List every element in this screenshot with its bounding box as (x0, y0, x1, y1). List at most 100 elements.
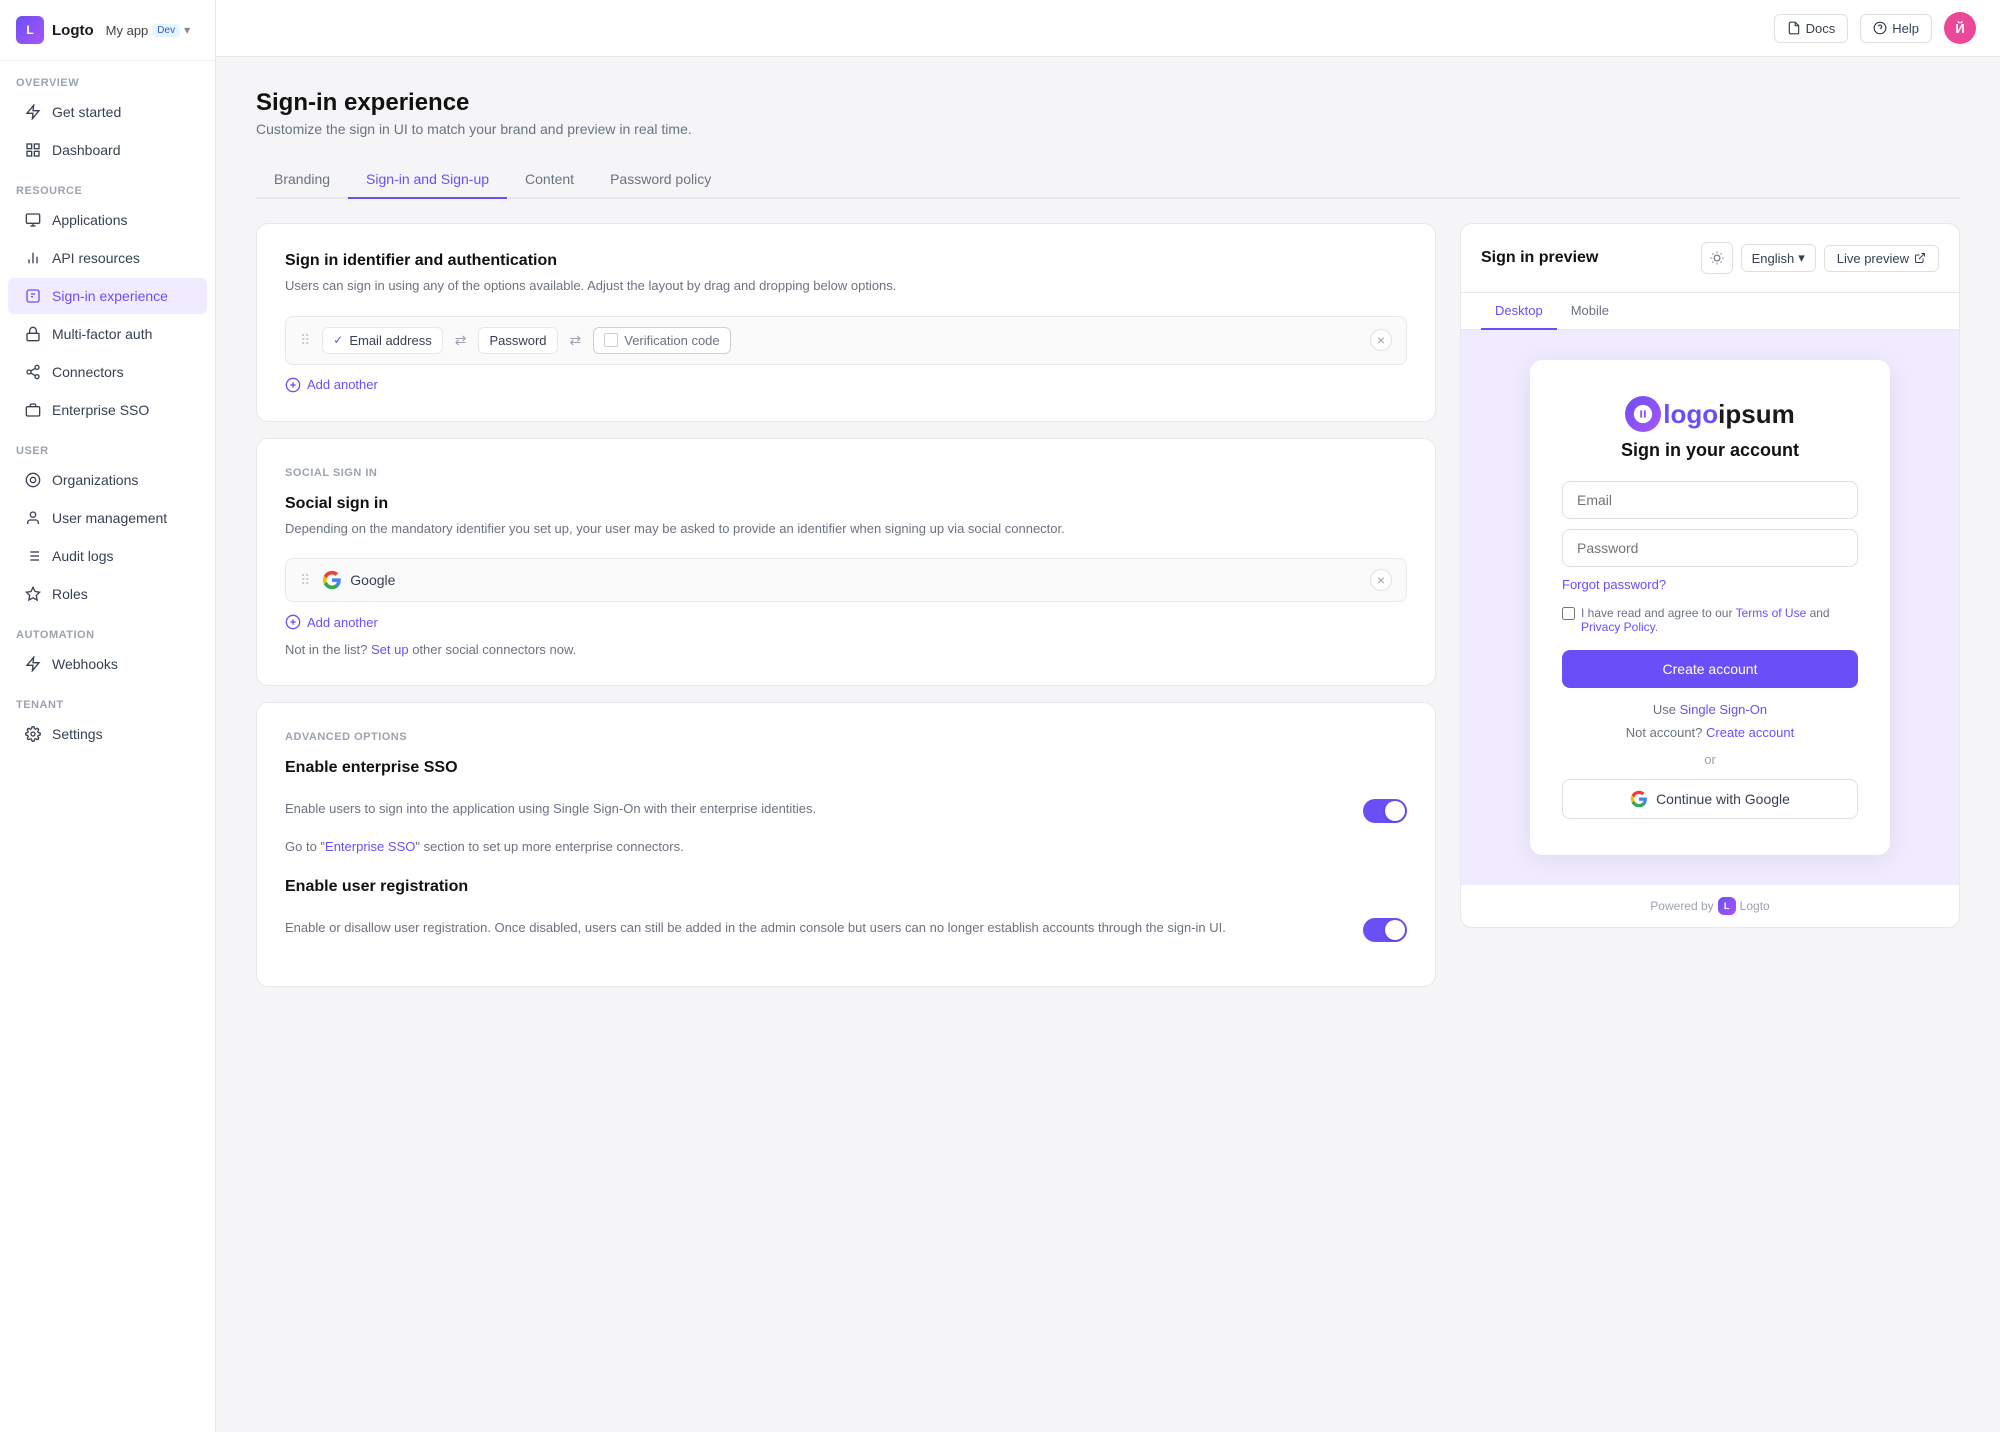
enterprise-sso-link[interactable]: Enterprise SSO (325, 839, 415, 854)
sidebar-item-applications[interactable]: Applications (8, 202, 207, 238)
user-registration-desc: Enable or disallow user registration. On… (285, 918, 1347, 938)
google-connector-row: ⠿ Google × (285, 558, 1407, 602)
google-connector-name: Google (350, 572, 395, 588)
preview-tab-mobile[interactable]: Mobile (1557, 293, 1623, 330)
preview-tab-desktop[interactable]: Desktop (1481, 293, 1557, 330)
social-sign-in-card: SOCIAL SIGN IN Social sign in Depending … (256, 438, 1436, 687)
webhooks-icon (24, 655, 42, 673)
content-left: Sign in identifier and authentication Us… (256, 223, 1436, 987)
google-btn-label: Continue with Google (1656, 791, 1790, 807)
tab-password-policy[interactable]: Password policy (592, 161, 729, 199)
single-sign-on-link[interactable]: Single Sign-On (1680, 702, 1767, 717)
forgot-password-link[interactable]: Forgot password? (1562, 577, 1858, 592)
logo-g-icon (1632, 403, 1654, 425)
email-identifier-label: Email address (349, 333, 431, 348)
advanced-options-card: ADVANCED OPTIONS Enable enterprise SSO E… (256, 702, 1436, 987)
docs-button[interactable]: Docs (1774, 14, 1849, 43)
user-section-label: USER (0, 429, 215, 461)
add-another-button[interactable]: Add another (285, 377, 1407, 393)
sidebar-item-mfa[interactable]: Multi-factor auth (8, 316, 207, 352)
sidebar: L Logto My app Dev ▾ OVERVIEW Get starte… (0, 0, 216, 1432)
preview-logo: logoipsum (1562, 396, 1858, 432)
not-in-list-suffix: other social connectors now. (412, 642, 576, 657)
user-avatar[interactable]: Й (1944, 12, 1976, 44)
terms-row: I have read and agree to our Terms of Us… (1562, 606, 1858, 634)
sidebar-item-label: Applications (52, 212, 128, 228)
drag-handle-icon[interactable]: ⠿ (300, 332, 310, 349)
chevron-down-icon: ▾ (184, 23, 190, 37)
remove-google-button[interactable]: × (1370, 569, 1392, 591)
sidebar-item-label: API resources (52, 250, 140, 266)
terms-of-use-link[interactable]: Terms of Use (1736, 606, 1807, 620)
social-card-title: Social sign in (285, 495, 1407, 513)
user-icon (24, 509, 42, 527)
sidebar-item-webhooks[interactable]: Webhooks (8, 646, 207, 682)
external-link-icon (1914, 252, 1926, 264)
enterprise-icon (24, 401, 42, 419)
sidebar-item-label: Webhooks (52, 656, 118, 672)
sidebar-item-dashboard[interactable]: Dashboard (8, 132, 207, 168)
continue-with-google-button[interactable]: Continue with Google (1562, 779, 1858, 819)
tenant-name: My app (106, 23, 149, 38)
sidebar-item-organizations[interactable]: Organizations (8, 462, 207, 498)
settings-icon (24, 725, 42, 743)
logto-icon-small: L (1718, 897, 1736, 915)
sidebar-item-get-started[interactable]: Get started (8, 94, 207, 130)
logs-icon (24, 547, 42, 565)
tabs: Branding Sign-in and Sign-up Content Pas… (256, 161, 1960, 199)
sidebar-item-enterprise-sso[interactable]: Enterprise SSO (8, 392, 207, 428)
swap-icon-2[interactable]: ⇄ (566, 332, 586, 349)
live-preview-label: Live preview (1837, 251, 1909, 266)
connectors-icon (24, 363, 42, 381)
tab-sign-in-signup[interactable]: Sign-in and Sign-up (348, 161, 507, 199)
create-account-link[interactable]: Create account (1706, 725, 1794, 740)
drag-handle-social-icon[interactable]: ⠿ (300, 572, 310, 589)
sidebar-item-audit-logs[interactable]: Audit logs (8, 538, 207, 574)
add-another-social-button[interactable]: Add another (285, 614, 1407, 630)
privacy-policy-link[interactable]: Privacy Policy (1581, 620, 1655, 634)
add-another-social-label: Add another (307, 615, 378, 630)
preview-email-input[interactable] (1562, 481, 1858, 519)
theme-toggle-button[interactable] (1701, 242, 1733, 274)
sidebar-item-settings[interactable]: Settings (8, 716, 207, 752)
help-button[interactable]: Help (1860, 14, 1932, 43)
enterprise-sso-toggle[interactable] (1363, 799, 1407, 823)
sidebar-item-sign-in-experience[interactable]: Sign-in experience (8, 278, 207, 314)
preview-password-input[interactable] (1562, 529, 1858, 567)
lock-icon (24, 325, 42, 343)
tab-content[interactable]: Content (507, 161, 592, 199)
terms-text: I have read and agree to our Terms of Us… (1581, 606, 1858, 634)
sidebar-logo[interactable]: L Logto My app Dev ▾ (0, 0, 215, 61)
verification-checkbox[interactable] (604, 333, 618, 347)
social-card-desc: Depending on the mandatory identifier yo… (285, 519, 1407, 539)
roles-icon (24, 585, 42, 603)
tenant-section-label: TENANT (0, 683, 215, 715)
sidebar-item-label: Dashboard (52, 142, 121, 158)
enterprise-sso-desc: Enable users to sign into the applicatio… (285, 799, 1347, 819)
remove-button[interactable]: × (1370, 329, 1392, 351)
sidebar-item-user-management[interactable]: User management (8, 500, 207, 536)
create-account-button[interactable]: Create account (1562, 650, 1858, 688)
enterprise-sso-note: Go to "Enterprise SSO" section to set up… (285, 839, 1407, 854)
sidebar-item-label: Sign-in experience (52, 288, 168, 304)
sidebar-item-label: Get started (52, 104, 121, 120)
sidebar-item-roles[interactable]: Roles (8, 576, 207, 612)
user-registration-option-row: Enable or disallow user registration. On… (285, 902, 1407, 958)
check-icon: ✓ (333, 333, 343, 347)
terms-checkbox[interactable] (1562, 607, 1575, 620)
language-select[interactable]: English ▾ (1741, 244, 1816, 272)
or-divider: or (1562, 752, 1858, 767)
email-identifier-tag: ✓ Email address (322, 327, 442, 354)
identifier-card-desc: Users can sign in using any of the optio… (285, 276, 1407, 296)
live-preview-button[interactable]: Live preview (1824, 245, 1939, 272)
logto-logo-icon: L (16, 16, 44, 44)
app-tenant-badge[interactable]: My app Dev ▾ (106, 23, 190, 38)
sidebar-item-api-resources[interactable]: API resources (8, 240, 207, 276)
resource-section-label: RESOURCE (0, 169, 215, 201)
tab-branding[interactable]: Branding (256, 161, 348, 199)
user-registration-toggle[interactable] (1363, 918, 1407, 942)
add-another-label: Add another (307, 377, 378, 392)
sidebar-item-connectors[interactable]: Connectors (8, 354, 207, 390)
swap-icon[interactable]: ⇄ (451, 332, 471, 349)
set-up-link[interactable]: Set up (371, 642, 409, 657)
